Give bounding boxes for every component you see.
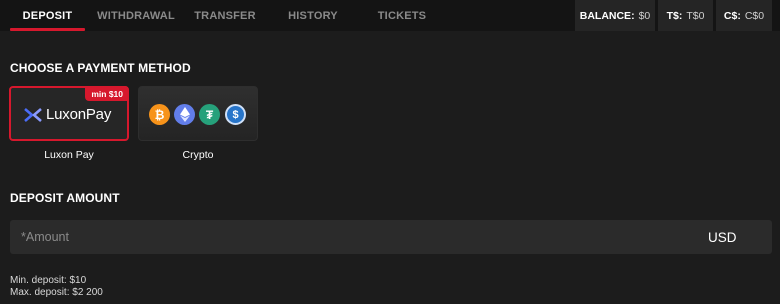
luxonpay-logo: LuxonPay	[24, 106, 111, 123]
active-tab-indicator	[10, 28, 85, 31]
tdollar-balance-display: T$: T$0	[658, 0, 713, 31]
max-deposit-text: Max. deposit: $2 200	[10, 287, 103, 298]
top-nav-bar: DEPOSIT WITHDRAWAL TRANSFER HISTORY TICK…	[0, 0, 780, 31]
payment-method-luxonpay[interactable]: min $10 LuxonPay	[9, 86, 129, 141]
balance-label: BALANCE:	[579, 9, 635, 22]
payment-method-heading: CHOOSE A PAYMENT METHOD	[10, 61, 191, 75]
tdollar-label: T$:	[666, 9, 683, 22]
bitcoin-icon: ₿	[149, 104, 170, 125]
tab-history[interactable]: HISTORY	[280, 0, 346, 31]
deposit-amount-heading: DEPOSIT AMOUNT	[10, 191, 120, 205]
min-deposit-text: Min. deposit: $10	[10, 275, 87, 286]
ethereum-icon	[174, 104, 195, 125]
tab-deposit[interactable]: DEPOSIT	[10, 0, 85, 31]
balance-value: $0	[638, 9, 651, 22]
luxonpay-label: Luxon Pay	[44, 149, 94, 161]
tab-tickets[interactable]: TICKETS	[370, 0, 434, 31]
currency-label: USD	[708, 229, 737, 245]
tether-icon: ₮	[199, 104, 220, 125]
cdollar-balance-display: C$: C$0	[716, 0, 772, 31]
tdollar-value: T$0	[686, 9, 705, 22]
amount-field[interactable]: USD	[10, 220, 772, 254]
tab-withdrawal[interactable]: WITHDRAWAL	[96, 0, 176, 31]
min-amount-badge: min $10	[85, 86, 129, 101]
balance-display: BALANCE: $0	[575, 0, 655, 31]
amount-input[interactable]	[10, 220, 660, 254]
usdc-icon: $	[225, 104, 246, 125]
payment-method-crypto[interactable]: ₿ ₮ $	[138, 86, 258, 141]
tab-transfer[interactable]: TRANSFER	[188, 0, 262, 31]
luxon-mark-icon	[24, 107, 42, 122]
cdollar-label: C$:	[723, 9, 741, 22]
cdollar-value: C$0	[744, 9, 765, 22]
crypto-label: Crypto	[182, 149, 214, 161]
